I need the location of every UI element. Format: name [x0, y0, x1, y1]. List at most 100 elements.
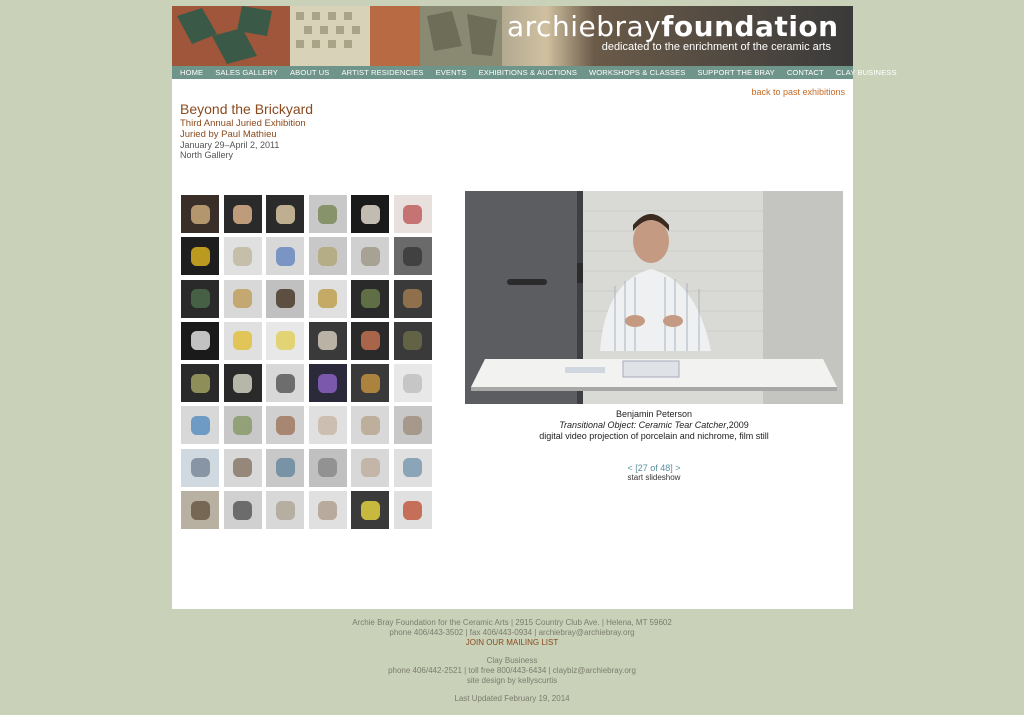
nav-contact[interactable]: CONTACT	[781, 68, 830, 77]
gallery-thumbnail[interactable]	[266, 491, 305, 530]
gallery-thumbnail[interactable]	[266, 195, 305, 233]
clay-business-contact: phone 406/442-2521 | toll free 800/443-6…	[388, 666, 636, 675]
footer-contact: phone 406/443-3502 | fax 406/443-0934 | …	[389, 628, 635, 637]
thumbnail-artwork	[275, 331, 295, 351]
gallery-thumbnail[interactable]	[308, 406, 347, 445]
exhibition-juror: Juried by Paul Mathieu	[180, 129, 277, 140]
gallery-thumbnail[interactable]	[393, 406, 432, 445]
gallery-thumbnail[interactable]	[223, 195, 262, 233]
thumbnail-artwork	[403, 246, 423, 266]
gallery-thumbnail[interactable]	[223, 406, 262, 445]
gallery-thumbnail[interactable]	[181, 195, 219, 233]
start-slideshow-link[interactable]: start slideshow	[465, 473, 843, 482]
artwork-title: Transitional Object: Ceramic Tear Catche…	[559, 420, 727, 430]
gallery-thumbnail[interactable]	[393, 279, 432, 318]
nav-clay-business[interactable]: CLAY BUSINESS	[830, 68, 903, 77]
back-to-past-exhibitions-link[interactable]: back to past exhibitions	[751, 87, 845, 97]
thumbnail-artwork	[360, 289, 380, 309]
gallery-thumbnail[interactable]	[223, 364, 262, 403]
thumbnail-artwork	[360, 500, 380, 520]
gallery-thumbnail[interactable]	[308, 279, 347, 318]
gallery-thumbnail[interactable]	[351, 321, 390, 360]
featured-artwork-image[interactable]	[465, 191, 843, 404]
gallery-thumbnail[interactable]	[393, 491, 432, 530]
thumbnail-artwork	[190, 458, 210, 478]
gallery-thumbnail[interactable]	[266, 279, 305, 318]
gallery-thumbnail[interactable]	[351, 195, 390, 233]
thumbnail-grid	[181, 195, 433, 530]
footer-spacer	[0, 648, 1024, 656]
gallery-thumbnail[interactable]	[223, 237, 262, 276]
site-design-credit[interactable]: site design by kellyscurtis	[0, 676, 1024, 686]
gallery-thumbnail[interactable]	[181, 491, 219, 530]
thumbnail-artwork	[403, 500, 423, 520]
gallery-thumbnail[interactable]	[223, 279, 262, 318]
gallery-thumbnail[interactable]	[351, 279, 390, 318]
gallery-thumbnail[interactable]	[351, 491, 390, 530]
clay-business-title: Clay Business	[486, 656, 538, 665]
gallery-thumbnail[interactable]	[308, 448, 347, 487]
gallery-thumbnail[interactable]	[393, 448, 432, 487]
thumbnail-artwork	[403, 458, 423, 478]
gallery-thumbnail[interactable]	[351, 237, 390, 276]
thumbnail-artwork	[275, 500, 295, 520]
nav-about-us[interactable]: ABOUT US	[284, 68, 335, 77]
last-updated: Last Updated February 19, 2014	[454, 694, 570, 703]
gallery-thumbnail[interactable]	[308, 321, 347, 360]
gallery-thumbnail[interactable]	[308, 237, 347, 276]
nav-workshops-classes[interactable]: WORKSHOPS & CLASSES	[583, 68, 691, 77]
thumbnail-artwork	[275, 289, 295, 309]
gallery-thumbnail[interactable]	[266, 237, 305, 276]
thumbnail-artwork	[275, 458, 295, 478]
gallery-thumbnail[interactable]	[351, 406, 390, 445]
gallery-thumbnail[interactable]	[223, 448, 262, 487]
thumbnail-artwork	[318, 373, 338, 393]
thumbnail-artwork	[275, 415, 295, 435]
gallery-thumbnail[interactable]	[393, 321, 432, 360]
thumbnail-artwork	[318, 500, 338, 520]
site-logo[interactable]: archiebrayfoundation	[507, 10, 839, 43]
gallery-thumbnail[interactable]	[181, 364, 219, 403]
gallery-thumbnail[interactable]	[181, 406, 219, 445]
gallery-thumbnail[interactable]	[266, 406, 305, 445]
gallery-thumbnail[interactable]	[308, 364, 347, 403]
previous-image-button[interactable]: <	[627, 463, 632, 473]
thumbnail-artwork	[318, 415, 338, 435]
nav-home[interactable]: HOME	[174, 68, 209, 77]
logo-light: archiebray	[507, 10, 662, 43]
gallery-thumbnail[interactable]	[181, 279, 219, 318]
gallery-thumbnail[interactable]	[308, 491, 347, 530]
gallery-thumbnail[interactable]	[266, 321, 305, 360]
gallery-thumbnail[interactable]	[393, 364, 432, 403]
nav-exhibitions-auctions[interactable]: EXHIBITIONS & AUCTIONS	[473, 68, 583, 77]
logo-bold: foundation	[661, 10, 839, 43]
gallery-thumbnail[interactable]	[266, 448, 305, 487]
nav-artist-residencies[interactable]: ARTIST RESIDENCIES	[335, 68, 429, 77]
header-banner[interactable]: archiebrayfoundation dedicated to the en…	[172, 6, 853, 66]
thumbnail-artwork	[403, 204, 423, 224]
gallery-thumbnail[interactable]	[223, 491, 262, 530]
thumbnail-artwork	[233, 204, 253, 224]
thumbnail-artwork	[360, 415, 380, 435]
thumbnail-artwork	[360, 331, 380, 351]
thumbnail-artwork	[190, 289, 210, 309]
gallery-thumbnail[interactable]	[351, 448, 390, 487]
nav-events[interactable]: EVENTS	[430, 68, 473, 77]
nav-support[interactable]: SUPPORT THE BRAY	[691, 68, 780, 77]
gallery-thumbnail[interactable]	[393, 237, 432, 276]
gallery-thumbnail[interactable]	[181, 448, 219, 487]
exhibition-dates: January 29–April 2, 2011	[180, 140, 280, 150]
thumbnail-artwork	[233, 373, 253, 393]
mailing-list-link[interactable]: JOIN OUR MAILING LIST	[0, 638, 1024, 648]
gallery-thumbnail[interactable]	[181, 237, 219, 276]
gallery-thumbnail[interactable]	[223, 321, 262, 360]
next-image-button[interactable]: >	[675, 463, 680, 473]
gallery-thumbnail[interactable]	[308, 195, 347, 233]
thumbnail-artwork	[360, 373, 380, 393]
gallery-thumbnail[interactable]	[351, 364, 390, 403]
site-footer: Archie Bray Foundation for the Ceramic A…	[0, 618, 1024, 704]
gallery-thumbnail[interactable]	[266, 364, 305, 403]
nav-sales-gallery[interactable]: SALES GALLERY	[209, 68, 284, 77]
gallery-thumbnail[interactable]	[393, 195, 432, 233]
gallery-thumbnail[interactable]	[181, 321, 219, 360]
